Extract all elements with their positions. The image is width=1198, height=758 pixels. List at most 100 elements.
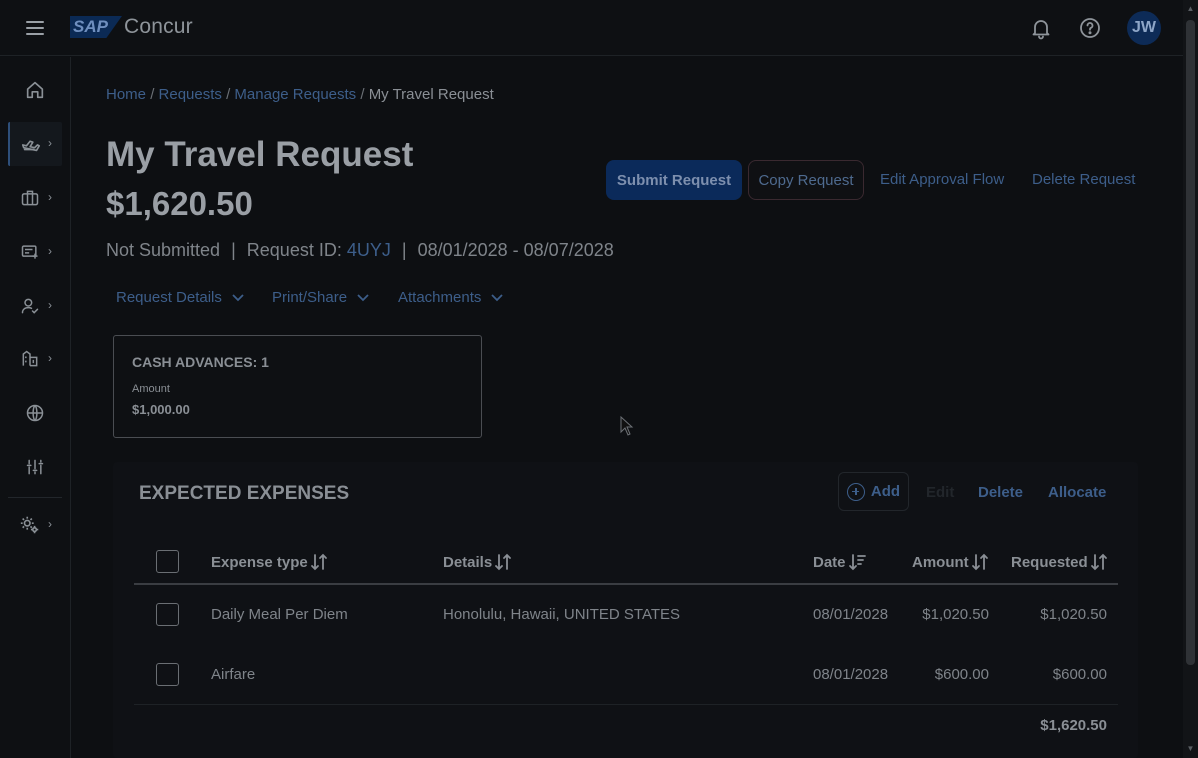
requested-cell: $600.00 [1052,666,1107,683]
breadcrumb-separator: / [226,86,231,103]
column-label: Details [443,553,493,571]
requested-total: $1,620.50 [1040,717,1107,734]
print-share-label: Print/Share [272,289,348,306]
chevron-right-icon: › [48,351,52,365]
cash-advances-card[interactable]: CASH ADVANCES: 1 Amount $1,000.00 [113,335,482,438]
meta-divider: | [401,240,407,260]
request-id-label: Request ID: [246,240,342,260]
expense-type-cell[interactable]: Daily Meal Per Diem [211,606,348,623]
select-all-checkbox[interactable] [156,550,179,573]
scroll-down-icon[interactable]: ▼ [1186,744,1195,753]
meta-divider: | [231,240,236,260]
home-icon [26,81,44,99]
row-checkbox[interactable] [156,603,179,626]
briefcase-icon [21,190,39,206]
attachments-label: Attachments [398,289,482,306]
request-details-dropdown[interactable]: Request Details [116,289,244,306]
delete-request-button[interactable]: Delete Request [1032,171,1135,188]
breadcrumb-separator: / [150,86,155,103]
breadcrumb-requests[interactable]: Requests [159,86,222,103]
app-name: Concur [123,15,193,38]
globe-icon [26,404,44,422]
invoice-icon [22,350,38,367]
chevron-down-icon [357,293,369,301]
nav-item-expense[interactable]: › [8,230,62,274]
sort-icon [495,553,512,571]
request-id-link[interactable]: 4UYJ [347,240,391,260]
plus-circle-icon [846,482,865,501]
row-checkbox[interactable] [156,663,179,686]
chevron-right-icon: › [48,136,52,150]
receipt-icon [21,245,38,259]
settings-icon [20,516,39,534]
copy-request-button[interactable]: Copy Request [748,160,864,200]
nav-item-reporting[interactable] [8,445,62,489]
chevron-down-icon [232,293,244,301]
nav-item-global[interactable] [8,391,62,435]
print-share-dropdown[interactable]: Print/Share [272,289,369,306]
request-status: Not Submitted [106,240,221,260]
chevron-right-icon: › [48,517,52,531]
breadcrumb-home[interactable]: Home [106,86,146,103]
help-icon[interactable] [1078,16,1102,40]
scrollbar-thumb[interactable] [1186,20,1195,665]
breadcrumb-current: My Travel Request [368,86,494,103]
scroll-up-icon[interactable]: ▲ [1186,4,1195,13]
sort-icon [971,553,988,571]
chevron-right-icon: › [48,190,52,204]
request-meta: Not Submitted | Request ID: 4UYJ | 08/01… [106,240,614,261]
sort-icon [310,553,327,571]
breadcrumb: Home / Requests / Manage Requests / My T… [106,86,494,103]
chevron-down-icon [491,293,504,301]
breadcrumb-manage-requests[interactable]: Manage Requests [234,86,356,103]
date-cell: 08/01/2028 [813,606,889,623]
nav-item-trips[interactable]: › [8,176,62,220]
amount-cell: $600.00 [934,666,989,683]
column-header-amount[interactable]: Amount [912,553,989,571]
date-cell: 08/01/2028 [813,666,889,683]
side-navigation: › › › › › › [0,57,71,758]
edit-expense-button[interactable]: Edit [926,484,954,501]
requested-cell: $1,020.50 [1040,606,1107,623]
breadcrumb-separator: / [360,86,365,103]
column-header-date[interactable]: Date [813,553,866,571]
chevron-right-icon: › [48,298,52,312]
bell-icon[interactable] [1029,16,1053,40]
request-details-label: Request Details [116,289,222,306]
sort-descending-icon [848,554,866,571]
cash-advance-amount-label: Amount [132,383,170,395]
nav-item-admin[interactable]: › [8,503,62,547]
sliders-icon [26,459,44,475]
request-dates: 08/01/2028 - 08/07/2028 [417,240,614,260]
nav-item-invoice[interactable]: › [8,337,62,381]
sap-logo-badge: SAP [70,16,122,38]
menu-icon[interactable] [22,17,48,39]
cash-advances-title: CASH ADVANCES: 1 [132,354,269,370]
column-header-details[interactable]: Details [443,553,512,571]
app-logo[interactable]: SAP Concur [70,14,193,40]
allocate-expense-button[interactable]: Allocate [1048,484,1106,501]
request-total-amount: $1,620.50 [106,185,253,222]
column-label: Amount [912,553,969,571]
attachments-dropdown[interactable]: Attachments [398,289,504,306]
plane-icon [21,140,41,152]
expense-type-cell[interactable]: Airfare [211,666,255,683]
nav-item-approvals[interactable]: › [8,284,62,328]
column-header-expense-type[interactable]: Expense type [211,553,328,571]
add-label: Add [870,483,901,500]
table-footer-divider [134,704,1118,705]
delete-expense-button[interactable]: Delete [978,484,1023,501]
add-expense-button[interactable]: Add [838,472,909,511]
expected-expenses-title: EXPECTED EXPENSES [139,483,350,504]
user-avatar[interactable]: JW [1127,11,1161,45]
submit-request-button[interactable]: Submit Request [606,160,742,200]
page-title: My Travel Request [106,135,414,174]
mouse-pointer-icon [620,416,634,436]
top-bar: SAP Concur JW [0,0,1183,56]
column-label: Expense type [211,553,308,571]
nav-item-travel[interactable]: › [8,122,62,166]
column-header-requested[interactable]: Requested [1011,553,1108,571]
edit-approval-flow-button[interactable]: Edit Approval Flow [880,171,1004,188]
nav-item-home[interactable] [8,68,62,112]
column-label: Date [813,553,846,571]
